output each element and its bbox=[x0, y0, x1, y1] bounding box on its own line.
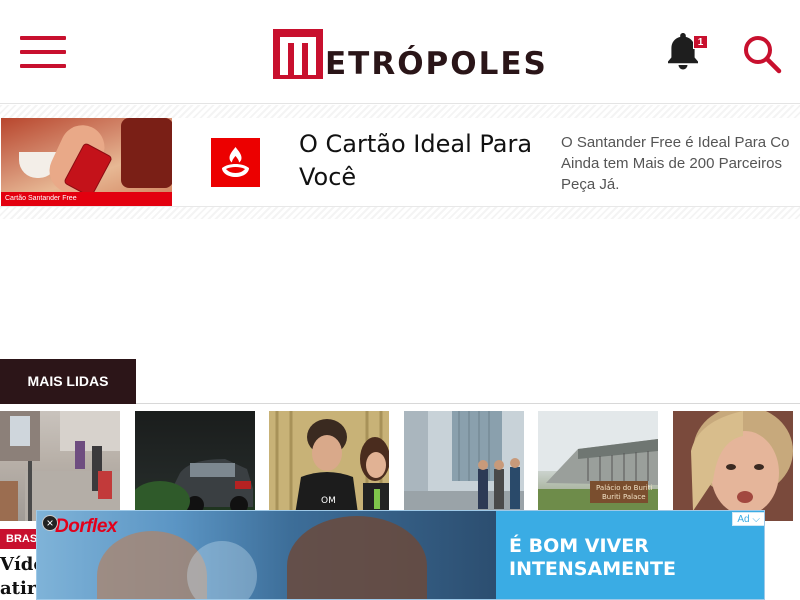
headline-line: atira bbox=[0, 578, 40, 599]
hamburger-menu-icon[interactable] bbox=[20, 36, 66, 70]
ad-person-shape bbox=[287, 516, 427, 599]
promo-description: O Santander Free é Ideal Para Co Ainda t… bbox=[561, 132, 800, 194]
notification-count-badge: 1 bbox=[693, 35, 708, 49]
promo-description-line: Peça Já. bbox=[561, 176, 620, 193]
bottom-ad-banner[interactable]: Dorflex × É BOM VIVER INTENSAMENTE Ad ⌵ bbox=[36, 510, 765, 600]
thumbnail-illustration: OM bbox=[269, 411, 389, 521]
ad-slogan-line: É BOM VIVER bbox=[509, 535, 649, 557]
menu-bar bbox=[20, 64, 66, 68]
promo-description-line: Ainda tem Mais de 200 Parceiros bbox=[561, 155, 782, 172]
svg-text:OM: OM bbox=[321, 496, 336, 506]
close-icon[interactable]: × bbox=[42, 515, 58, 531]
thumbnail-illustration: Palácio do Buriti Buriti Palace bbox=[538, 411, 658, 521]
svg-text:Palácio do Buriti: Palácio do Buriti bbox=[596, 484, 652, 492]
ad-photo[interactable]: Dorflex × bbox=[37, 511, 496, 599]
page: ETRÓPOLES 1 Cartão Santander Free O Cart… bbox=[0, 0, 800, 600]
thumbnail-illustration bbox=[0, 411, 120, 521]
logo-wordmark: ETRÓPOLES bbox=[325, 46, 548, 82]
ad-choices-label: Ad bbox=[737, 514, 750, 525]
search-icon[interactable] bbox=[742, 34, 782, 74]
article-thumbnail[interactable] bbox=[0, 411, 120, 521]
ad-brand-logo: Dorflex bbox=[55, 516, 117, 537]
article-thumbnail[interactable] bbox=[673, 411, 793, 521]
ad-slogan-line: INTENSAMENTE bbox=[509, 558, 676, 580]
menu-bar bbox=[20, 50, 66, 54]
santander-flame-icon bbox=[211, 138, 260, 187]
menu-bar bbox=[20, 36, 66, 40]
promo-divider-bottom bbox=[0, 207, 800, 219]
most-read-carousel: OM Palácio do Buriti Buriti Palace bbox=[0, 411, 800, 521]
site-header: ETRÓPOLES 1 bbox=[0, 0, 800, 104]
sleeve-shape bbox=[121, 118, 172, 188]
article-thumbnail[interactable] bbox=[135, 411, 255, 521]
ad-choices-button[interactable]: Ad ⌵ bbox=[732, 512, 764, 526]
tab-mais-lidas[interactable]: MAIS LIDAS bbox=[0, 359, 136, 404]
svg-text:Buriti Palace: Buriti Palace bbox=[602, 493, 646, 501]
article-thumbnail[interactable]: OM bbox=[269, 411, 389, 521]
promo-divider-top bbox=[0, 105, 800, 118]
promo-title[interactable]: O Cartão Ideal Para Você bbox=[299, 128, 539, 194]
promo-image-caption: Cartão Santander Free bbox=[1, 192, 172, 206]
article-headline[interactable]: Víde atira bbox=[0, 553, 40, 600]
chevron-down-icon: ⌵ bbox=[752, 514, 760, 525]
site-logo[interactable]: ETRÓPOLES bbox=[273, 27, 548, 82]
article-thumbnail[interactable]: Palácio do Buriti Buriti Palace bbox=[538, 411, 658, 521]
promo-description-line: O Santander Free é Ideal Para Co bbox=[561, 134, 790, 151]
logo-m-icon bbox=[273, 29, 323, 79]
ad-splash-shape bbox=[187, 541, 257, 599]
headline-line: Víde bbox=[0, 554, 40, 575]
thumbnail-illustration bbox=[404, 411, 524, 521]
thumbnail-illustration bbox=[135, 459, 253, 521]
ad-slogan-panel[interactable]: É BOM VIVER INTENSAMENTE Ad ⌵ bbox=[496, 511, 764, 599]
most-read-section-header: MAIS LIDAS bbox=[0, 358, 800, 404]
article-thumbnail[interactable] bbox=[404, 411, 524, 521]
ad-slogan: É BOM VIVER INTENSAMENTE bbox=[509, 535, 759, 581]
sponsored-promo[interactable]: Cartão Santander Free O Cartão Ideal Par… bbox=[0, 118, 800, 207]
thumbnail-illustration bbox=[673, 411, 793, 521]
promo-image[interactable]: Cartão Santander Free bbox=[1, 118, 172, 206]
